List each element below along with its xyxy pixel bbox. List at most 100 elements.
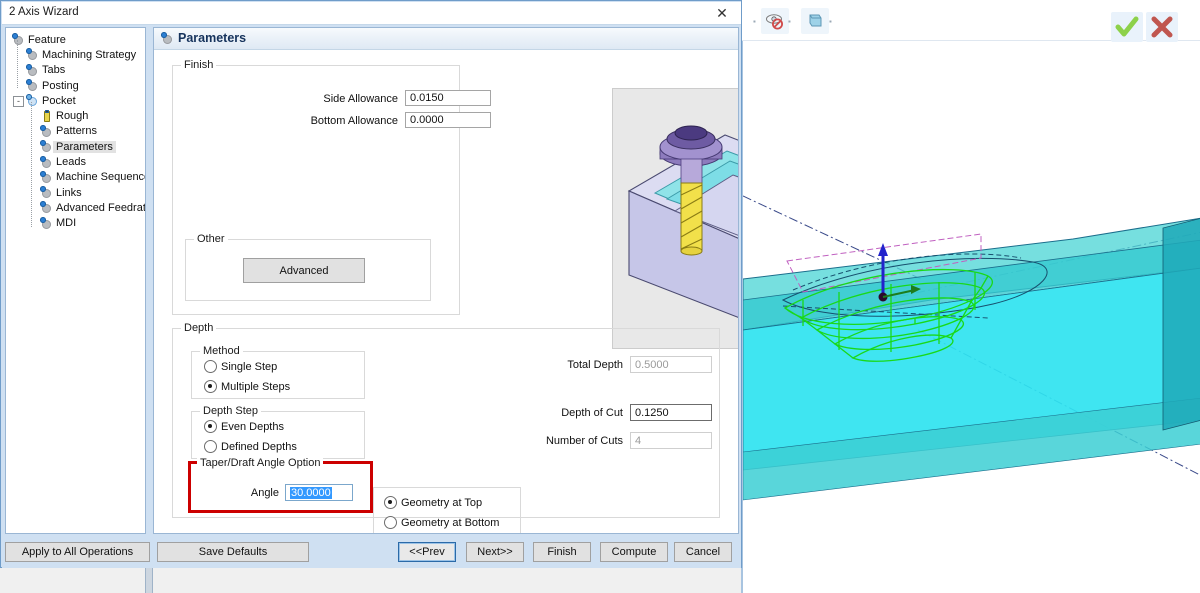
parameters-panel: Parameters Finish Side Allowance 0.0150 … xyxy=(153,27,739,534)
taper-draft-angle-group: Taper/Draft Angle Option Angle 30.0000 xyxy=(188,457,373,513)
tree-item-patterns[interactable]: Patterns xyxy=(6,124,145,139)
radio-dot xyxy=(204,380,217,393)
depth-of-cut-input[interactable]: 0.1250 xyxy=(630,404,712,421)
tree-item-links[interactable]: Links xyxy=(6,185,145,200)
finish-group: Finish Side Allowance 0.0150 Bottom Allo… xyxy=(172,59,491,315)
tree-item-label: Leads xyxy=(56,156,86,169)
shaded-solid-icon-glyph xyxy=(809,14,822,27)
side-allowance-label: Side Allowance xyxy=(323,93,398,105)
tree-item-advanced-feedrates[interactable]: Advanced Feedrates xyxy=(6,200,145,215)
gear-icon xyxy=(40,186,53,199)
gear-icon xyxy=(26,63,39,77)
dialog-titlebar[interactable]: 2 Axis Wizard ✕ xyxy=(2,2,741,25)
radio-multiple-steps[interactable]: Multiple Steps xyxy=(204,380,290,393)
cancel-button[interactable]: Cancel xyxy=(674,542,732,562)
tree-item-label: Tabs xyxy=(42,64,66,77)
angle-input-value: 30.0000 xyxy=(290,486,332,499)
compute-button[interactable]: Compute xyxy=(600,542,668,562)
other-legend: Other xyxy=(194,233,228,245)
tree-item-label: Parameters xyxy=(53,140,116,153)
advanced-button[interactable]: Advanced xyxy=(243,258,365,283)
pocket-illustration xyxy=(627,125,738,318)
toolbar-dropdown-dot-3[interactable]: ▪ xyxy=(829,18,834,26)
radio-defined-depths[interactable]: Defined Depths xyxy=(204,440,297,453)
method-legend: Method xyxy=(200,345,243,357)
depth-group: Depth Method Single Step Multiple Steps … xyxy=(172,322,720,533)
number-of-cuts-label: Number of Cuts xyxy=(545,435,623,447)
tree-item-label: Links xyxy=(56,186,82,199)
apply-to-all-operations-button[interactable]: Apply to All Operations xyxy=(5,542,150,562)
depth-legend: Depth xyxy=(181,322,217,334)
radio-dot xyxy=(204,420,217,433)
tree-connector xyxy=(31,102,32,227)
3d-model-canvas xyxy=(743,195,1200,501)
rough-icon xyxy=(40,109,53,123)
tree-item-mdi[interactable]: MDI xyxy=(6,216,145,231)
total-depth-input[interactable]: 0.5000 xyxy=(630,356,712,373)
radio-dot xyxy=(204,360,217,373)
tree-item-feature[interactable]: Feature xyxy=(6,32,145,47)
radio-single-step[interactable]: Single Step xyxy=(204,360,277,373)
angle-label: Angle xyxy=(250,487,279,499)
gear-icon xyxy=(40,155,53,169)
gear-icon xyxy=(40,216,53,230)
other-group: Other Advanced xyxy=(185,233,431,301)
tree-item-label: Machining Strategy xyxy=(42,48,137,61)
radio-dot xyxy=(384,496,397,509)
toolbar-dropdown-dot-2[interactable]: ▪ xyxy=(788,18,793,26)
page-title: Parameters xyxy=(178,31,247,45)
tree-expander[interactable]: - xyxy=(13,96,24,108)
gear-icon xyxy=(40,170,53,184)
side-allowance-input[interactable]: 0.0150 xyxy=(405,90,491,106)
radio-even-depths[interactable]: Even Depths xyxy=(204,420,284,433)
green-check-icon xyxy=(1115,16,1139,37)
gear-open-icon xyxy=(26,94,39,107)
panel-header: Parameters xyxy=(154,28,738,50)
panel-divider[interactable] xyxy=(145,568,153,593)
angle-input[interactable]: 30.0000 xyxy=(285,484,353,501)
tree-item-label: Posting xyxy=(42,79,79,92)
accept-button[interactable] xyxy=(1111,12,1143,42)
navigation-tree[interactable]: Feature Machining Strategy Tabs Posting - Poc… xyxy=(5,27,146,534)
radio-label: Geometry at Top xyxy=(401,496,483,509)
tree-item-posting[interactable]: Posting xyxy=(6,78,145,93)
tree-item-tabs[interactable]: Tabs xyxy=(6,63,145,78)
wizard-dialog: 2 Axis Wizard ✕ Feature Machining Strateg… xyxy=(0,0,742,568)
geometry-group: Geometry at Top Geometry at Bottom xyxy=(373,487,521,533)
tree-item-pocket[interactable]: - Pocket xyxy=(6,93,145,108)
red-x-icon xyxy=(1151,16,1173,38)
next-button[interactable]: Next>> xyxy=(466,542,524,562)
tree-item-label: Feature xyxy=(28,33,66,46)
prev-button[interactable]: <<Prev xyxy=(398,542,456,562)
parameters-gear-icon xyxy=(161,32,174,45)
depth-of-cut-label: Depth of Cut xyxy=(561,407,623,419)
tree-item-label: Patterns xyxy=(56,125,97,138)
tree-item-leads[interactable]: Leads xyxy=(6,154,145,169)
save-defaults-button[interactable]: Save Defaults xyxy=(157,542,309,562)
bottom-allowance-label: Bottom Allowance xyxy=(310,115,398,127)
toolbar-dropdown-dot-1[interactable]: ▪ xyxy=(753,18,758,26)
finish-button[interactable]: Finish xyxy=(533,542,591,562)
gear-icon xyxy=(40,201,53,214)
reject-button[interactable] xyxy=(1146,12,1178,42)
method-group: Method Single Step Multiple Steps xyxy=(191,345,365,399)
tree-item-machine-sequence[interactable]: Machine Sequence xyxy=(6,170,145,185)
tree-item-label: Machine Sequence xyxy=(56,171,146,184)
radio-geometry-at-top[interactable]: Geometry at Top xyxy=(384,496,482,509)
radio-geometry-at-bottom[interactable]: Geometry at Bottom xyxy=(384,516,499,529)
tree-item-rough[interactable]: Rough xyxy=(6,108,145,123)
hide-eye-icon[interactable] xyxy=(761,8,789,34)
number-of-cuts-input[interactable]: 4 xyxy=(630,432,712,449)
radio-label: Single Step xyxy=(221,360,278,373)
close-icon[interactable]: ✕ xyxy=(709,4,735,22)
tree-item-parameters[interactable]: Parameters xyxy=(6,139,145,154)
shaded-solid-icon[interactable] xyxy=(801,8,829,34)
tree-connector xyxy=(17,40,18,88)
3d-viewport[interactable] xyxy=(741,0,1200,593)
tree-item-machining-strategy[interactable]: Machining Strategy xyxy=(6,47,145,62)
radio-dot xyxy=(384,516,397,529)
pocket-milling-preview xyxy=(612,88,738,349)
bottom-allowance-input[interactable]: 0.0000 xyxy=(405,112,491,128)
radio-dot xyxy=(204,440,217,453)
gear-icon xyxy=(40,124,53,138)
